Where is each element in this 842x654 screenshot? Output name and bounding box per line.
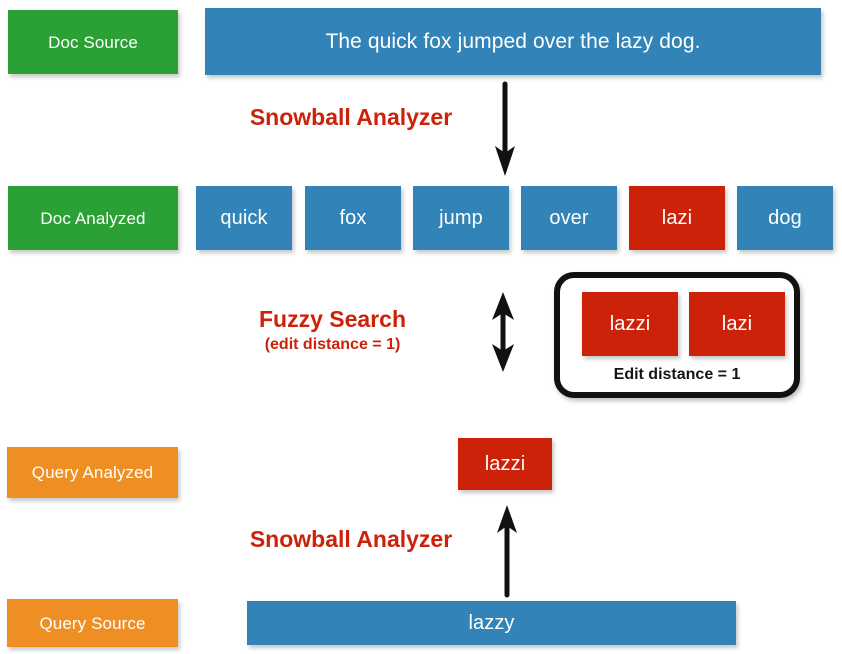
- match-group-box: lazzi lazi Edit distance = 1: [554, 272, 800, 398]
- doc-source-sentence-text: The quick fox jumped over the lazy dog.: [325, 30, 701, 53]
- annotation-doc-analyzer: Snowball Analyzer: [227, 104, 475, 131]
- match-group-caption: Edit distance = 1: [560, 366, 794, 384]
- doc-source-sentence: The quick fox jumped over the lazy dog.: [205, 8, 821, 75]
- token-dog-label: dog: [768, 207, 802, 229]
- token-lazi-label: lazi: [661, 207, 693, 229]
- legend-doc-analyzed: Doc Analyzed: [8, 186, 178, 250]
- match-term-left-label: lazzi: [609, 313, 651, 335]
- legend-query-analyzed-label: Query Analyzed: [31, 463, 154, 482]
- token-quick: quick: [196, 186, 292, 250]
- match-term-right: lazi: [689, 292, 785, 356]
- token-jump: jump: [413, 186, 509, 250]
- legend-doc-source-label: Doc Source: [48, 32, 138, 52]
- token-fox-label: fox: [339, 207, 367, 229]
- annotation-fuzzy-search: Fuzzy Search (edit distance = 1): [219, 306, 446, 354]
- token-jump-label: jump: [439, 207, 483, 229]
- annotation-fuzzy-search-title: Fuzzy Search: [259, 306, 406, 332]
- arrow-up-query-analyzer-icon: [497, 505, 517, 598]
- arrow-double-vertical-fuzzy-icon: [492, 292, 514, 372]
- annotation-query-analyzer: Snowball Analyzer: [227, 526, 475, 553]
- annotation-fuzzy-search-subtitle: (edit distance = 1): [264, 335, 401, 353]
- query-source-text: lazzy: [247, 601, 736, 645]
- query-analyzed-token: lazzi: [458, 438, 552, 490]
- query-analyzed-token-label: lazzi: [484, 453, 526, 475]
- annotation-query-analyzer-label: Snowball Analyzer: [249, 526, 453, 552]
- token-fox: fox: [305, 186, 401, 250]
- token-dog: dog: [737, 186, 833, 250]
- legend-query-source-label: Query Source: [39, 613, 146, 633]
- diagram-canvas: Doc Source The quick fox jumped over the…: [0, 0, 842, 654]
- legend-query-analyzed: Query Analyzed: [7, 447, 178, 498]
- match-group-caption-label: Edit distance = 1: [613, 366, 741, 383]
- match-term-right-label: lazi: [721, 313, 753, 335]
- annotation-doc-analyzer-label: Snowball Analyzer: [249, 104, 453, 130]
- legend-doc-source: Doc Source: [8, 10, 178, 74]
- token-quick-label: quick: [220, 207, 268, 229]
- legend-doc-analyzed-label: Doc Analyzed: [40, 208, 146, 228]
- token-over-label: over: [549, 207, 589, 229]
- token-lazi: lazi: [629, 186, 725, 250]
- match-term-left: lazzi: [582, 292, 678, 356]
- query-source-text-label: lazzy: [468, 612, 515, 634]
- token-over: over: [521, 186, 617, 250]
- arrow-down-doc-analyzer-icon: [495, 81, 515, 176]
- legend-query-source: Query Source: [7, 599, 178, 647]
